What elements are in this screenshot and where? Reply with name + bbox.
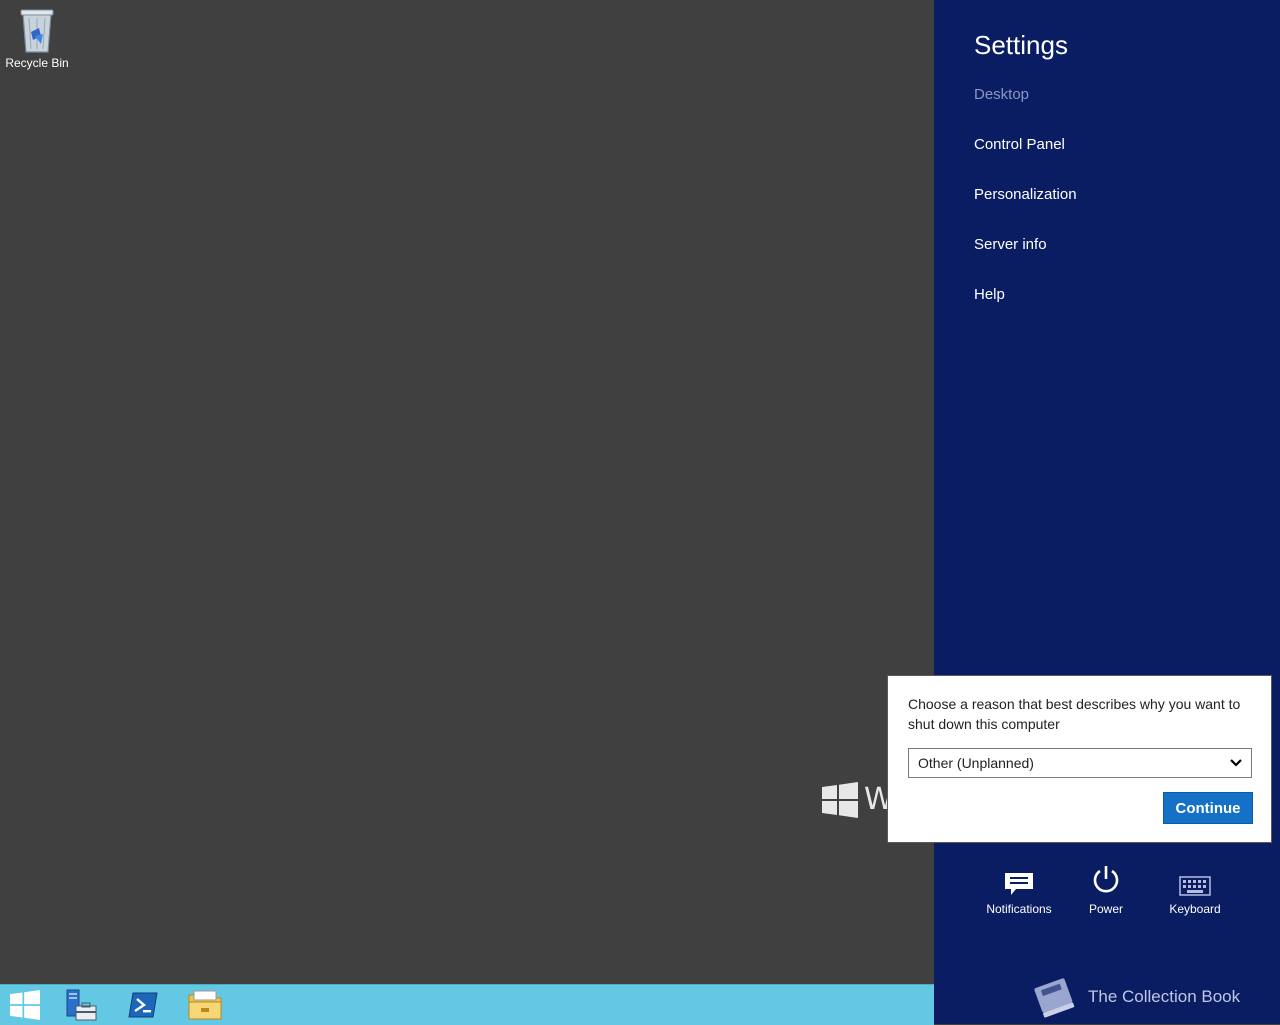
charm-title: Settings — [974, 30, 1068, 60]
personalization-link[interactable]: Personalization — [974, 186, 1077, 203]
chevron-down-icon — [1230, 759, 1242, 767]
server-info-link[interactable]: Server info — [974, 236, 1047, 253]
start-icon — [10, 990, 40, 1020]
power-button[interactable]: Power — [1066, 860, 1146, 916]
notifications-button[interactable]: Notifications — [979, 860, 1059, 916]
keyboard-label: Keyboard — [1169, 902, 1221, 916]
windows-logo-icon — [822, 782, 858, 818]
help-link[interactable]: Help — [974, 286, 1005, 303]
server-manager-icon — [66, 989, 97, 1021]
shutdown-reason-dialog: Choose a reason that best describes why … — [887, 675, 1272, 843]
power-icon — [1093, 866, 1119, 893]
recycle-bin-desktop-icon[interactable]: Recycle Bin — [4, 6, 70, 70]
watermark-brand: The Collection Book — [1030, 974, 1240, 1020]
recycle-bin-label: Recycle Bin — [5, 56, 69, 70]
file-explorer-button[interactable] — [180, 987, 230, 1023]
charm-context-label: Desktop — [974, 86, 1030, 103]
recycle-bin-icon — [20, 9, 54, 53]
book-icon — [1034, 978, 1075, 1018]
notifications-label: Notifications — [986, 902, 1052, 916]
taskbar — [0, 984, 934, 1025]
file-explorer-icon — [188, 990, 222, 1020]
keyboard-icon — [1179, 876, 1211, 896]
power-label: Power — [1088, 902, 1123, 916]
keyboard-button[interactable]: Keyboard — [1155, 860, 1235, 916]
powershell-button[interactable] — [118, 987, 168, 1023]
control-panel-link[interactable]: Control Panel — [974, 136, 1065, 153]
continue-button[interactable]: Continue — [1163, 792, 1253, 824]
shutdown-reason-prompt: Choose a reason that best describes why … — [908, 696, 1241, 732]
windows-logo-watermark: W — [822, 780, 892, 820]
quick-settings-row: Notifications Power Keyboard — [974, 860, 1274, 920]
server-manager-button[interactable] — [56, 987, 106, 1023]
brand-text: The Collection Book — [1088, 987, 1241, 1006]
powershell-icon — [128, 992, 158, 1018]
shutdown-reason-dropdown[interactable]: Other (Unplanned) — [908, 748, 1252, 778]
notifications-icon — [1005, 873, 1033, 895]
selected-reason: Other (Unplanned) — [918, 755, 1034, 771]
start-button[interactable] — [0, 987, 50, 1023]
settings-charm-panel: Settings Desktop Control Panel Personali… — [934, 0, 1280, 1024]
